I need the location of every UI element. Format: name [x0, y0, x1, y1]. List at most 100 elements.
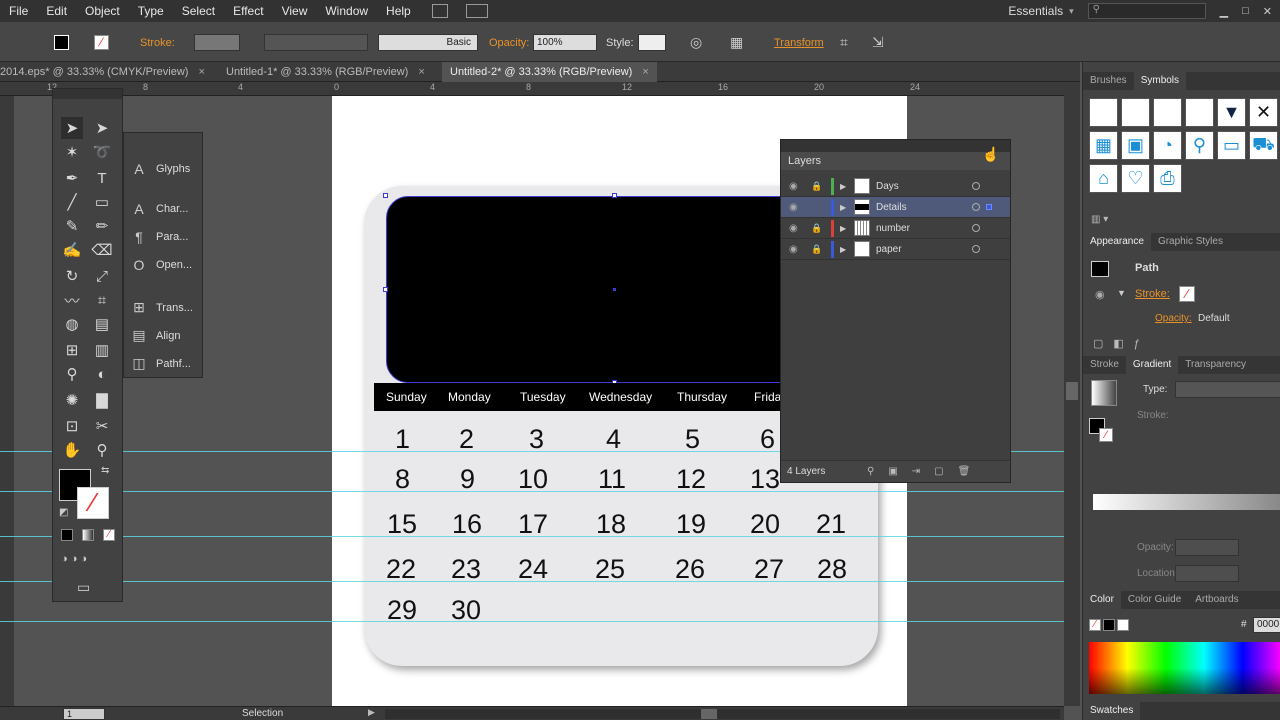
gradient-mode-icon[interactable]	[82, 529, 94, 541]
align-icon[interactable]: ▦	[730, 34, 743, 51]
tab-appearance[interactable]: Appearance	[1083, 233, 1151, 251]
layer-name[interactable]: Details	[876, 202, 964, 213]
appearance-stroke-label[interactable]: Stroke:	[1135, 288, 1170, 300]
gradient-location-field[interactable]	[1175, 565, 1239, 582]
stroke-color-swatch[interactable]: ⁄	[77, 487, 109, 519]
gradient-ramp[interactable]	[1093, 494, 1280, 510]
symbol-button-icon[interactable]	[1121, 98, 1150, 127]
status-arrow-icon[interactable]: ▶	[368, 707, 375, 718]
printer-icon[interactable]: ⎙	[1153, 164, 1182, 193]
symbol-button-icon[interactable]	[1185, 98, 1214, 127]
guide-line[interactable]	[0, 536, 1064, 537]
maximize-icon[interactable]: □	[1242, 5, 1249, 17]
tab-symbols[interactable]: Symbols	[1133, 72, 1187, 90]
menu-type[interactable]: Type	[129, 0, 173, 22]
menu-effect[interactable]: Effect	[224, 0, 272, 22]
panel-grip[interactable]	[53, 89, 122, 99]
isolate-icon[interactable]: ⌗	[840, 34, 848, 51]
gradient-preview[interactable]	[1091, 380, 1117, 406]
color-none-swatch[interactable]: ⁄	[1089, 619, 1101, 631]
close-icon[interactable]: ×	[198, 66, 204, 78]
layer-name[interactable]: number	[876, 223, 964, 234]
menu-help[interactable]: Help	[377, 0, 420, 22]
menu-edit[interactable]: Edit	[37, 0, 76, 22]
gradient-tool-icon[interactable]: ▥	[91, 339, 113, 361]
style-field[interactable]	[638, 34, 666, 51]
default-colors-icon[interactable]: ◩	[59, 507, 68, 518]
target-icon[interactable]	[972, 224, 980, 232]
stroke-weight-field[interactable]	[194, 34, 240, 51]
footer-icons[interactable]: ⚲▣⇥▢🗑	[867, 461, 984, 483]
recolor-icon[interactable]: ◎	[690, 34, 702, 51]
gradient-opacity-field[interactable]	[1175, 539, 1239, 556]
panel-grip[interactable]	[781, 140, 1010, 152]
calendar-header-block[interactable]	[386, 196, 786, 383]
bridge-icon[interactable]	[431, 4, 448, 18]
panel-opentype[interactable]: O Open...	[130, 257, 193, 273]
line-tool-icon[interactable]: ╱	[61, 191, 83, 213]
pencil-icon[interactable]: ✏	[91, 215, 113, 237]
eyedropper-icon[interactable]: ⚲	[61, 363, 83, 385]
target-icon[interactable]	[972, 245, 980, 253]
tab-doc-2[interactable]: Untitled-1* @ 33.33% (RGB/Preview) ×	[218, 62, 433, 82]
selection-handle[interactable]	[383, 287, 388, 292]
direct-selection-tool-icon[interactable]: ➤	[91, 117, 113, 139]
brush-definition-field[interactable]: Basic	[378, 34, 478, 51]
tab-artboards[interactable]: Artboards	[1188, 591, 1245, 609]
slice-tool-icon[interactable]: ✂	[91, 415, 113, 437]
scale-tool-icon[interactable]: ⤢	[91, 265, 113, 287]
layer-row[interactable]: ◉ 🔒 ▶ paper	[781, 239, 1010, 260]
workspace-switcher[interactable]: Essentials	[1008, 4, 1063, 18]
stroke-none-swatch[interactable]: ⁄	[1179, 286, 1195, 302]
tab-doc-1[interactable]: 2014.eps* @ 33.33% (CMYK/Preview) ×	[0, 62, 213, 82]
vertical-ruler[interactable]	[0, 96, 14, 706]
target-icon[interactable]	[972, 203, 980, 211]
layer-row[interactable]: ◉ 🔒 ▶ number	[781, 218, 1010, 239]
lasso-icon[interactable]: ➰	[91, 141, 113, 163]
rotate-tool-icon[interactable]: ↻	[61, 265, 83, 287]
perspective-grid-icon[interactable]: ▤	[91, 313, 113, 335]
fill-swatch[interactable]	[54, 35, 69, 50]
menu-object[interactable]: Object	[76, 0, 129, 22]
swap-colors-icon[interactable]: ⇆	[101, 465, 109, 476]
tab-stroke[interactable]: Stroke	[1083, 356, 1126, 374]
color-mode-icon[interactable]	[61, 529, 73, 541]
vertical-scrollbar[interactable]	[1064, 82, 1080, 706]
panel-align[interactable]: ▤ Align	[130, 327, 180, 344]
layer-name[interactable]: paper	[876, 244, 964, 255]
horizontal-scrollbar[interactable]	[385, 709, 1060, 719]
target-icon[interactable]	[972, 182, 980, 190]
appearance-opacity-label[interactable]: Opacity:	[1155, 313, 1192, 324]
variable-width-field[interactable]	[264, 34, 368, 51]
color-white-swatch[interactable]	[1117, 619, 1129, 631]
guide-line[interactable]	[0, 491, 1064, 492]
color-black-swatch[interactable]	[1103, 619, 1115, 631]
artboard-nav-field[interactable]: 1	[63, 708, 105, 720]
appearance-footer-icons[interactable]: ▢◧ƒ	[1093, 337, 1150, 350]
calendar-icon[interactable]: ▦	[1089, 131, 1118, 160]
menu-file[interactable]: File	[0, 0, 37, 22]
layers-tab[interactable]: Layers	[781, 152, 1010, 170]
layer-row[interactable]: ◉ 🔒 ▶ Days	[781, 176, 1010, 197]
symbol-button-icon[interactable]	[1153, 98, 1182, 127]
rss-icon[interactable]: ◔	[1153, 131, 1182, 160]
panel-menu-icon[interactable]: ⇲	[872, 34, 884, 51]
mesh-tool-icon[interactable]: ⊞	[61, 339, 83, 361]
hand-tool-icon[interactable]: ✋	[61, 439, 83, 461]
panel-glyphs[interactable]: A Glyphs	[130, 161, 190, 177]
paintbrush-icon[interactable]: ✎	[61, 215, 83, 237]
home-icon[interactable]: ⌂	[1089, 164, 1118, 193]
tab-doc-3[interactable]: Untitled-2* @ 33.33% (RGB/Preview) ×	[442, 62, 657, 82]
pen-tool-icon[interactable]: ✒	[61, 167, 83, 189]
menu-select[interactable]: Select	[173, 0, 224, 22]
draw-mode-icon[interactable]: ◑ ◑ ◑	[61, 553, 87, 565]
cart-icon[interactable]: ⛟	[1249, 131, 1278, 160]
layer-name[interactable]: Days	[876, 181, 964, 192]
lock-icon[interactable]: 🔒	[811, 181, 827, 192]
close-icon[interactable]: ×	[642, 66, 648, 78]
symbol-sprayer-icon[interactable]: ✺	[61, 389, 83, 411]
search-input[interactable]: ⚲	[1087, 3, 1206, 19]
minimize-icon[interactable]: ▁	[1220, 5, 1228, 18]
panel-pathfinder[interactable]: ◫ Pathf...	[130, 355, 190, 372]
menu-window[interactable]: Window	[316, 0, 377, 22]
